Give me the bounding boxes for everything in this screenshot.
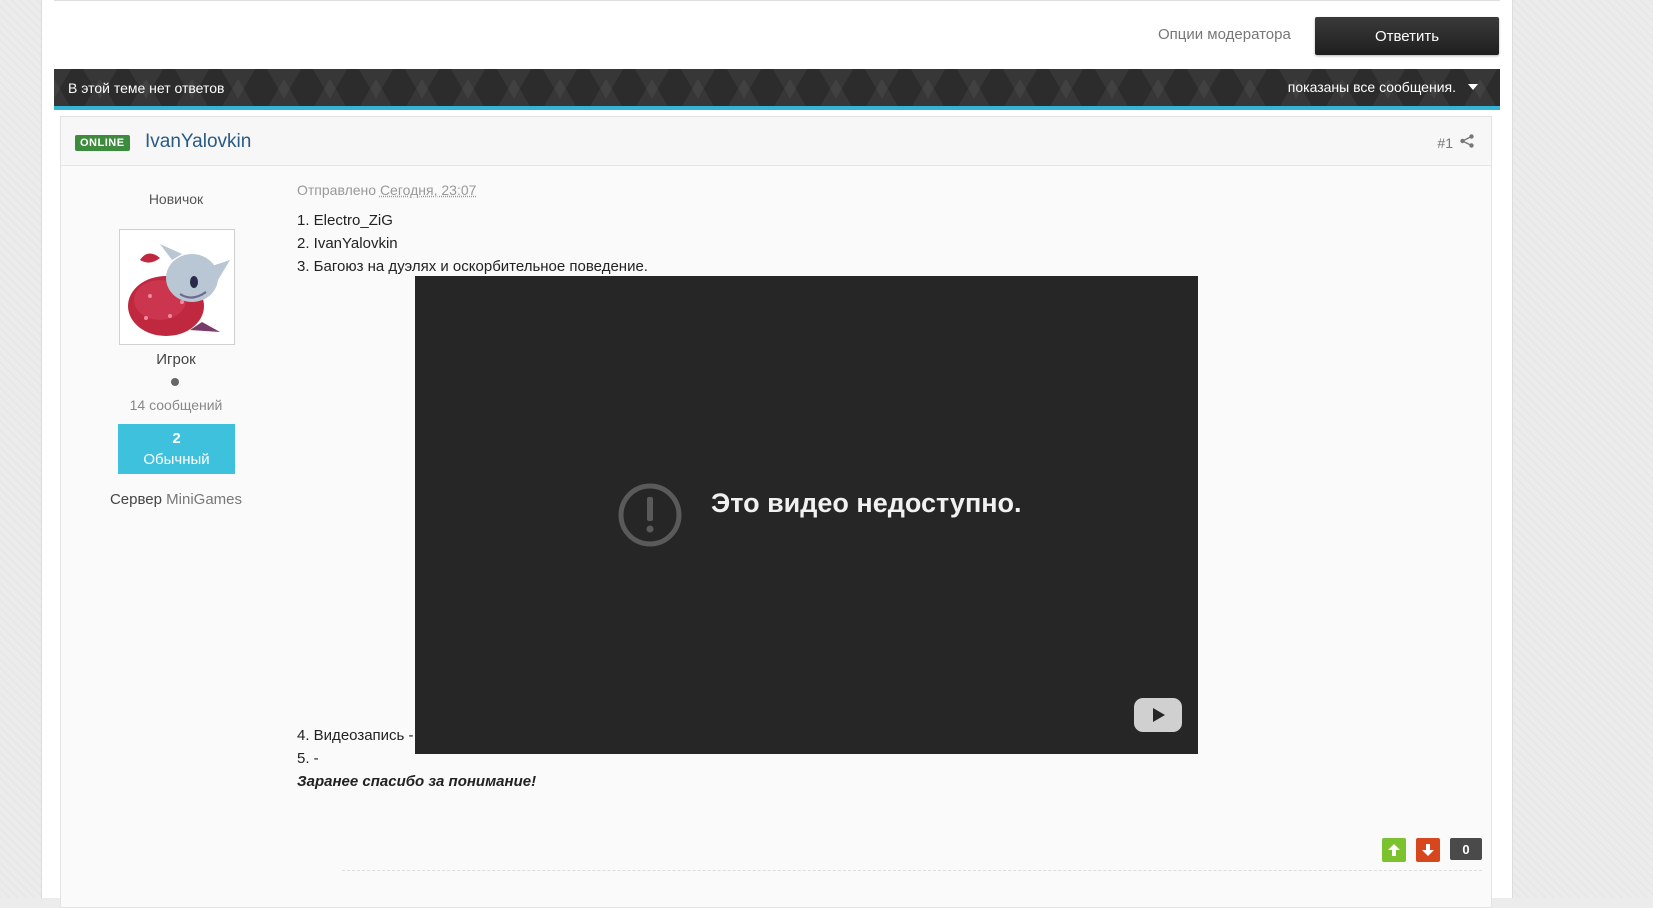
server-field: Сервер MiniGames [61, 491, 291, 508]
avatar-image [128, 244, 230, 336]
member-group: Игрок [156, 351, 196, 368]
vote-down-button[interactable] [1416, 838, 1440, 862]
post-line: 4. Видеозапись - [297, 727, 414, 744]
sent-label: Отправлено [297, 182, 377, 198]
no-replies-text: В этой теме нет ответов [68, 80, 225, 96]
youtube-icon[interactable] [1134, 698, 1182, 732]
post-count: 14 сообщений [129, 397, 223, 413]
divider [54, 0, 1500, 1]
post-number-link[interactable]: #1 [1437, 135, 1453, 151]
moderator-options-link[interactable]: Опции модератора [1158, 26, 1291, 43]
video-embed[interactable]: Это видео недоступно. [415, 276, 1198, 754]
sent-time: Сегодня, 23:07 [379, 182, 477, 198]
reputation-label: Обычный [143, 451, 210, 468]
arrow-down-icon [1422, 844, 1434, 856]
reputation-value: 2 [172, 430, 181, 447]
forum-container: Опции модератора Ответить В этой теме не… [41, 0, 1513, 908]
online-badge: ONLINE [75, 135, 130, 151]
post-body: Отправлено Сегодня, 23:07 1. Electro_ZiG… [297, 165, 1467, 905]
post-line: 2. IvanYalovkin [297, 235, 398, 252]
share-icon[interactable] [1459, 133, 1475, 149]
message-filter-dropdown[interactable]: показаны все сообщения. [1288, 79, 1478, 95]
divider [342, 870, 1482, 871]
video-unavailable-message: Это видео недоступно. [711, 488, 1022, 518]
post-line: 3. Багоюз на дуэлях и оскорбительное пов… [297, 258, 648, 275]
post-header: ONLINE IvanYalovkin #1 [61, 117, 1491, 166]
post: ONLINE IvanYalovkin #1 Новичок Игрок 14 … [60, 116, 1492, 908]
topic-bar: В этой теме нет ответов показаны все соо… [54, 69, 1500, 110]
reputation-badge: 2 Обычный [118, 424, 235, 474]
message-filter-label: показаны все сообщения. [1287, 79, 1456, 95]
vote-up-button[interactable] [1382, 838, 1406, 862]
author-title: Новичок [148, 191, 204, 207]
server-value: MiniGames [166, 491, 243, 508]
arrow-up-icon [1388, 844, 1400, 856]
post-line: 1. Electro_ZiG [297, 212, 393, 229]
vote-count: 0 [1450, 838, 1482, 860]
author-panel: Новичок Игрок 14 сообщений 2 Обычный Сер… [61, 165, 291, 865]
post-thanks: Заранее спасибо за понимание! [297, 773, 537, 790]
server-label: Сервер [109, 491, 162, 508]
status-dot [171, 378, 179, 386]
reply-button[interactable]: Ответить [1315, 17, 1499, 55]
caret-down-icon [1468, 84, 1478, 90]
post-line: 5. - [297, 750, 319, 767]
post-date: Отправлено Сегодня, 23:07 [297, 182, 476, 198]
warning-icon [618, 483, 682, 547]
author-name-link[interactable]: IvanYalovkin [145, 131, 251, 153]
avatar[interactable] [119, 229, 235, 345]
